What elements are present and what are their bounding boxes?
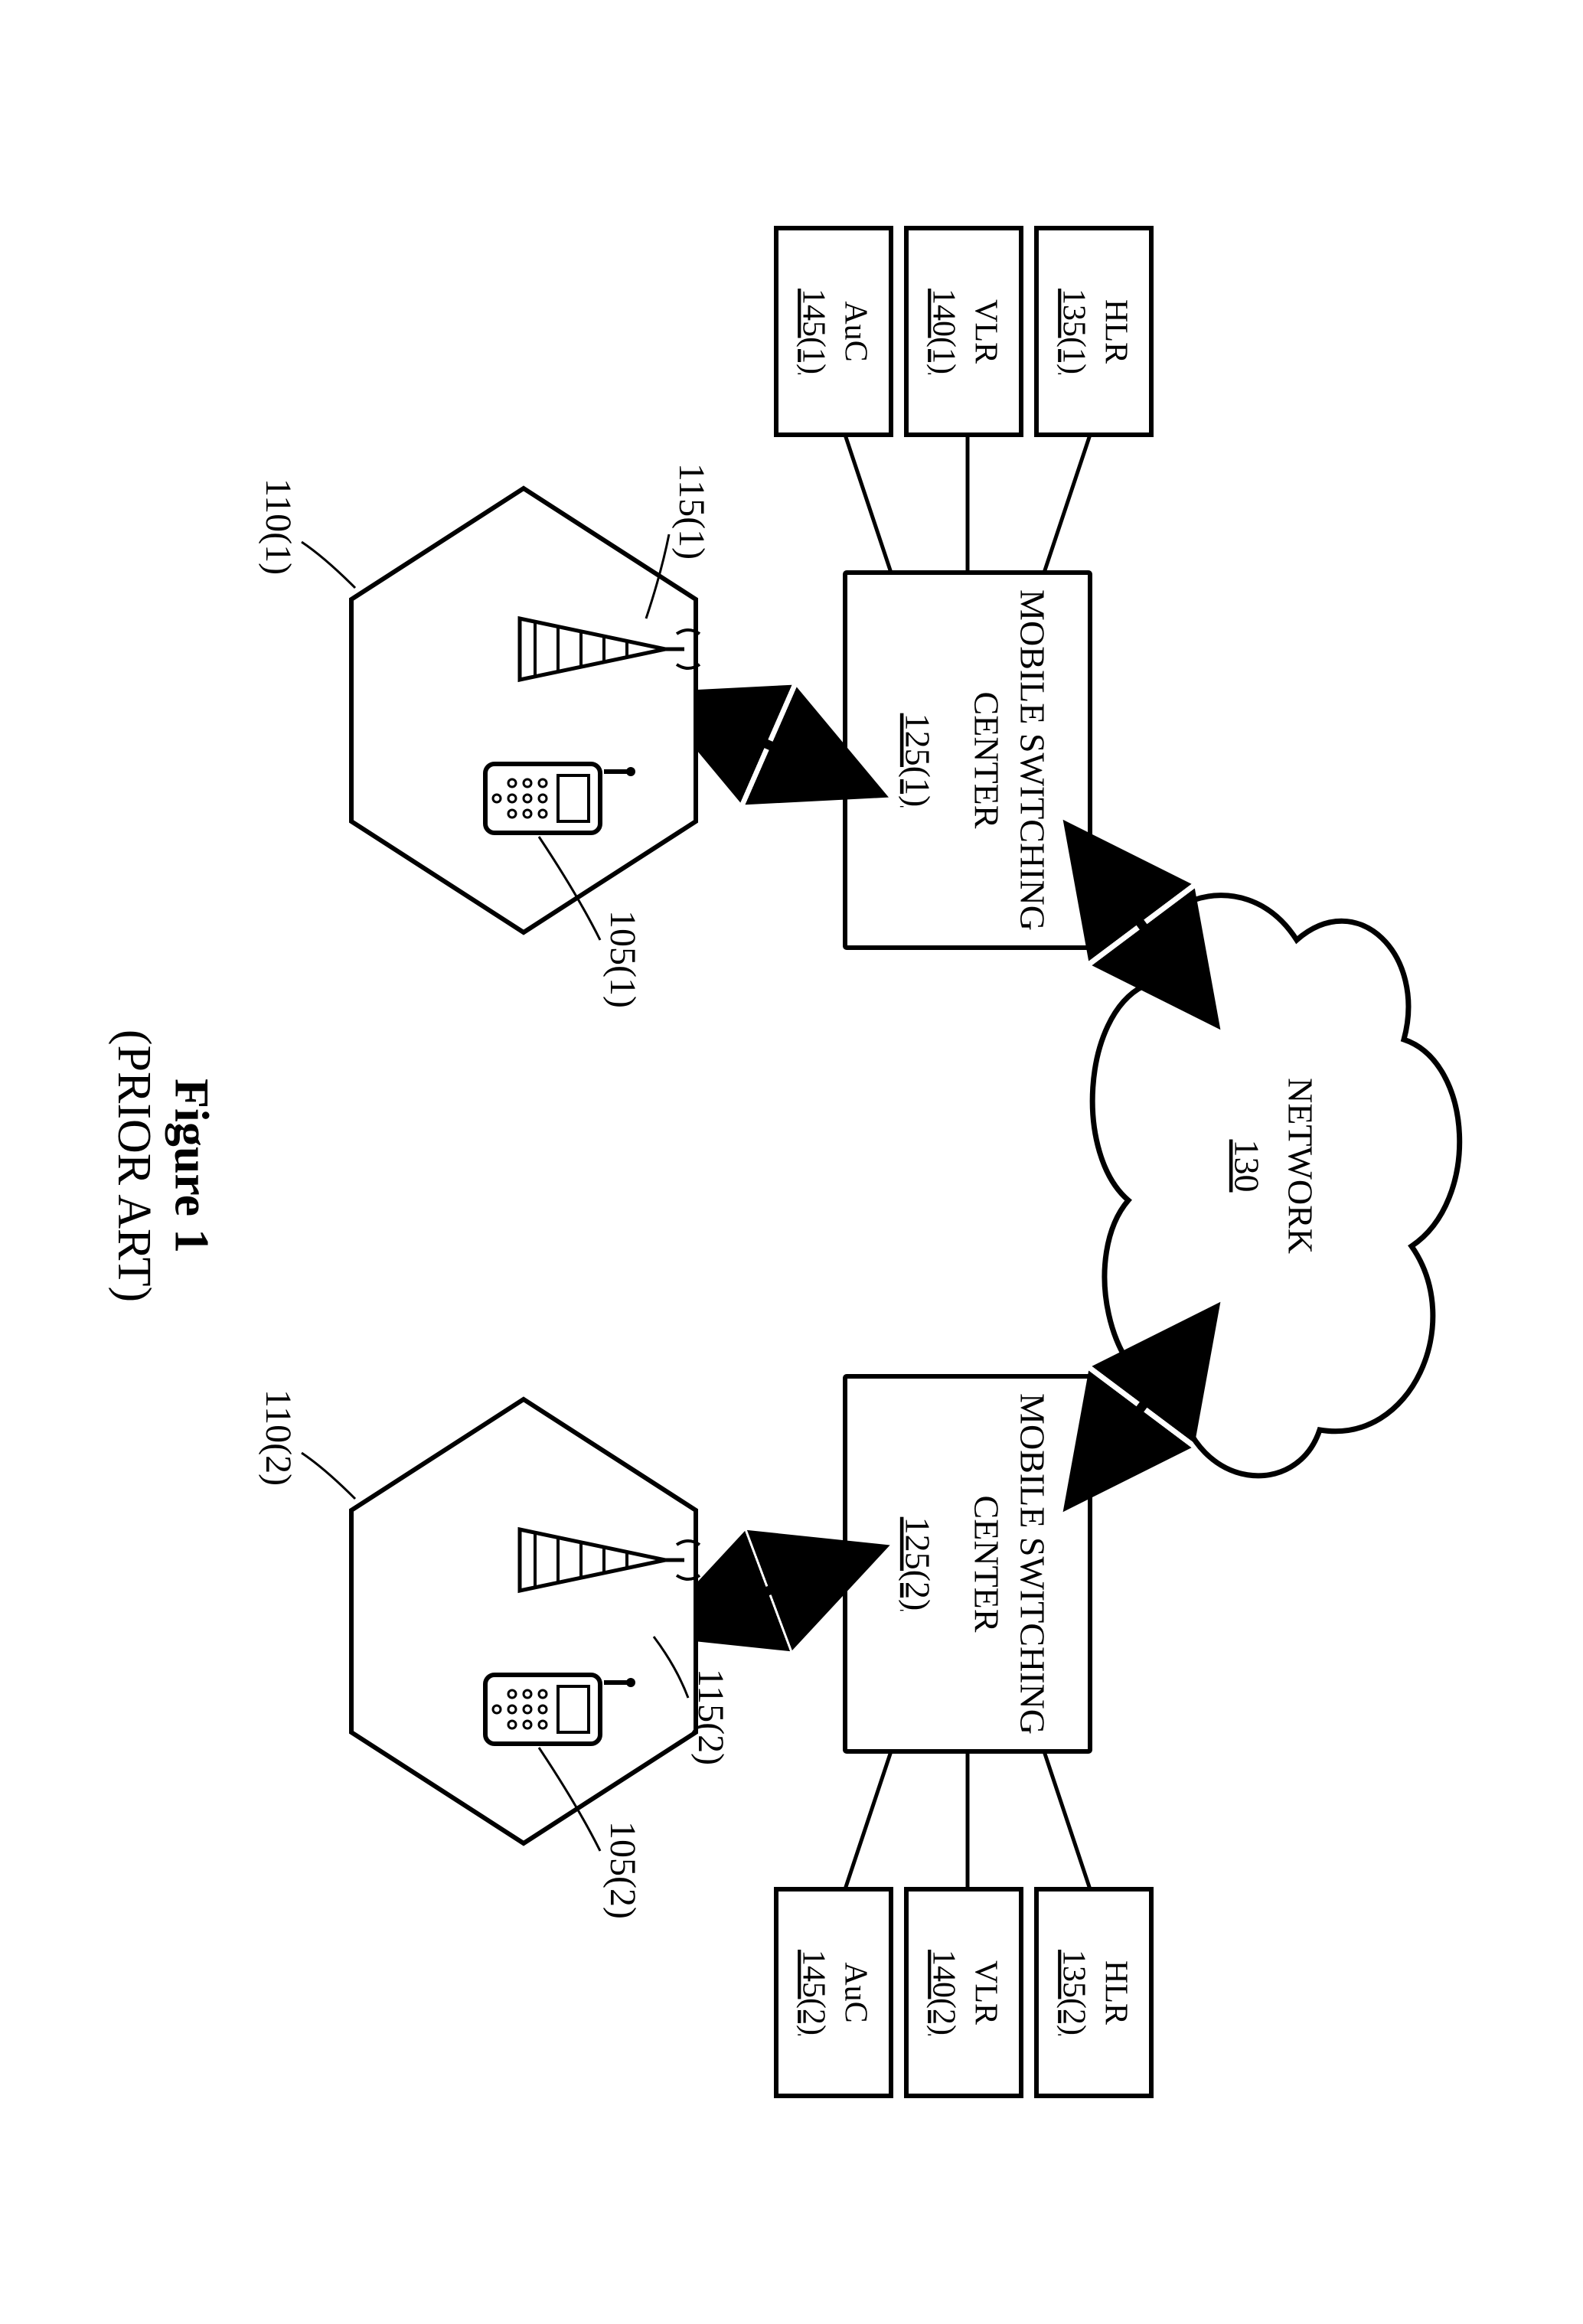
vlr-2-label: VLR: [968, 1960, 1003, 2025]
leader-cell-2: [302, 1453, 355, 1499]
msc-1-ref: 125(1): [898, 713, 937, 808]
hlr-2-ref: 135(2): [1056, 1950, 1091, 2035]
hlr-1-label: HLR: [1098, 299, 1133, 364]
auc-1-box: AuC 145(1): [776, 228, 891, 435]
auc-2-label: AuC: [837, 1962, 873, 2022]
vlr-1-ref: 140(1): [925, 289, 961, 374]
hlr-2-box: HLR 135(2): [1036, 1889, 1151, 2096]
cell-2-ref: 110(2): [258, 1389, 299, 1486]
msc-2-group: MOBILE SWITCHING CENTER 125(2): [845, 1376, 1090, 1751]
hlr-1-box: HLR 135(1): [1036, 228, 1151, 435]
network-cloud: NETWORK 130: [1092, 896, 1460, 1476]
phone-2-ref: 105(2): [602, 1821, 643, 1919]
msc-2-line1: MOBILE SWITCHING: [1013, 1393, 1052, 1735]
tower-1-ref: 115(1): [671, 463, 712, 560]
phone-1-ref: 105(1): [602, 910, 643, 1008]
vlr-2-ref: 140(2): [925, 1950, 961, 2035]
msc-1-line1: MOBILE SWITCHING: [1013, 589, 1052, 931]
cell-2: [351, 1399, 700, 1843]
hlr-1-ref: 135(1): [1056, 289, 1091, 374]
vlr-1-box: VLR 140(1): [906, 228, 1021, 435]
auc-2-ref: 145(2): [795, 1950, 831, 2035]
network-label: NETWORK: [1281, 1078, 1320, 1254]
vlr-1-label: VLR: [968, 299, 1003, 364]
network-ref: 130: [1227, 1140, 1266, 1193]
cell-1-ref: 110(1): [258, 478, 299, 575]
msc-2-ref: 125(2): [898, 1517, 937, 1611]
arrow-msc2-cell2: [707, 1568, 830, 1614]
figure-subtitle: (PRIOR ART): [108, 1030, 160, 1302]
leader-cell-1: [302, 542, 355, 588]
hlr-2-label: HLR: [1098, 1960, 1133, 2025]
cell-1: [351, 488, 700, 932]
msc-2-line2: CENTER: [967, 1496, 1006, 1633]
auc-2-box: AuC 145(2): [776, 1889, 891, 2096]
msc-1-line2: CENTER: [967, 692, 1006, 829]
arrow-msc1-cell1: [707, 718, 830, 772]
vlr-2-box: VLR 140(2): [906, 1889, 1021, 2096]
auc-1-label: AuC: [837, 301, 873, 361]
tower-2-ref: 115(2): [690, 1669, 731, 1765]
msc-1-group: MOBILE SWITCHING CENTER 125(1): [845, 573, 1090, 948]
figure-number: Figure 1: [165, 1079, 219, 1253]
auc-1-ref: 145(1): [795, 289, 831, 374]
